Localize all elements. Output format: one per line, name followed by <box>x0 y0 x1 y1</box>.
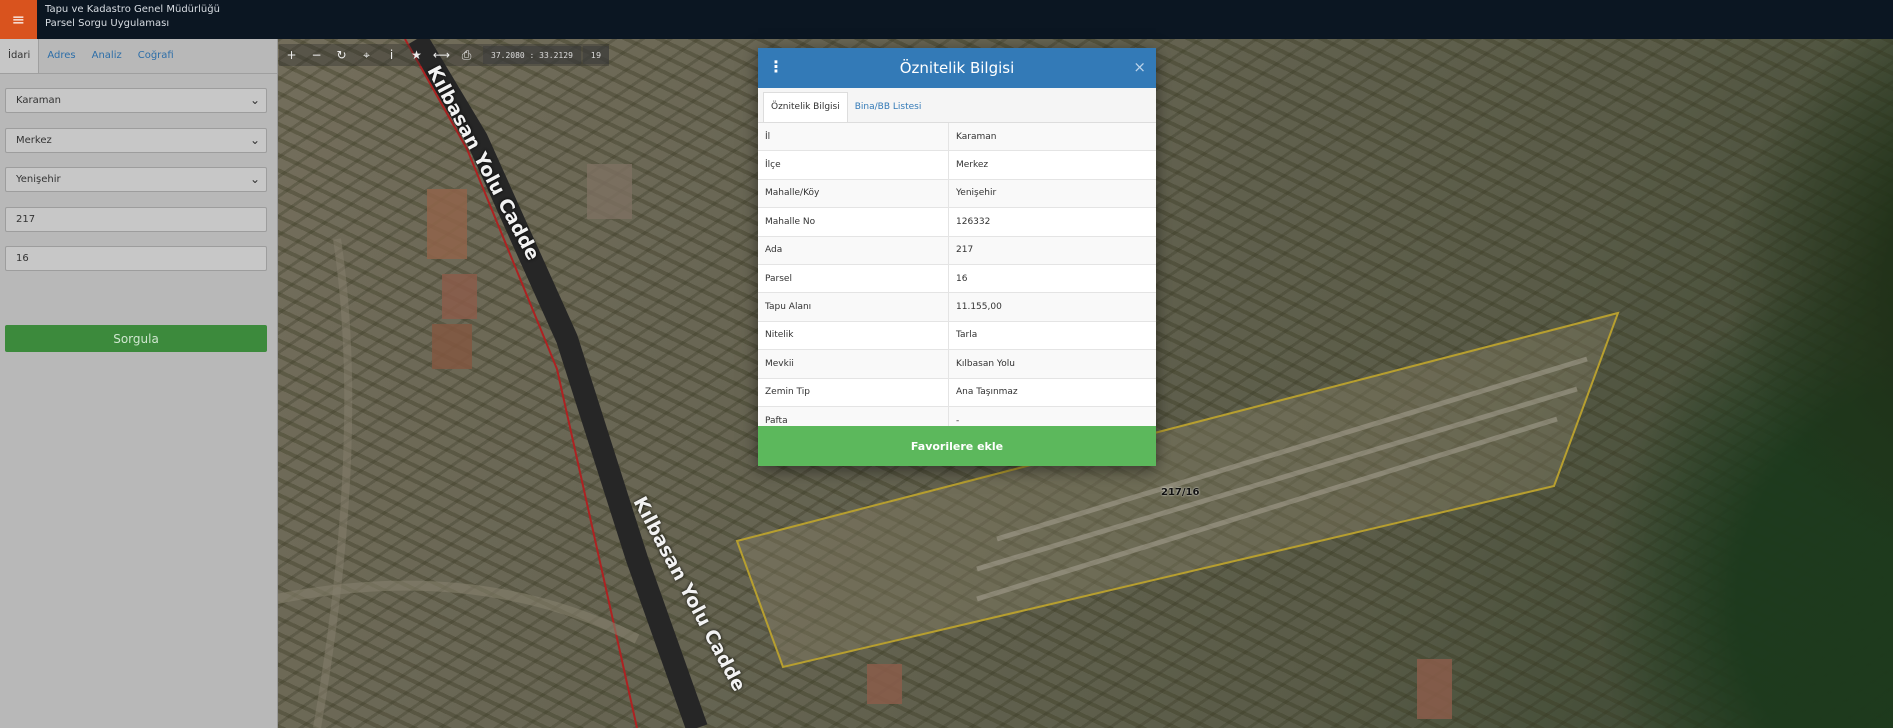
table-row: Tapu Alanı 11.155,00 <box>758 292 1156 322</box>
attribute-table: İl Karaman İlçe Merkez Mahalle/Köy Yenişehi… <box>758 123 1156 436</box>
table-row: Mahalle/Köy Yenişehir <box>758 179 1156 209</box>
table-row: Nitelik Tarla <box>758 321 1156 351</box>
dialog-title: Öznitelik Bilgisi <box>899 59 1015 77</box>
dialog-header: ⋮ Öznitelik Bilgisi × <box>758 48 1156 88</box>
app-header: ≡ Tapu ve Kadastro Genel Müdürlüğü Parse… <box>0 0 1893 39</box>
sorgula-button[interactable]: Sorgula <box>5 325 267 352</box>
print-icon[interactable]: ⎙ <box>454 44 479 66</box>
row-key: Nitelik <box>758 321 949 351</box>
table-row: Mahalle No 126332 <box>758 207 1156 237</box>
il-select-value: Karaman <box>16 95 61 106</box>
row-value: 217 <box>948 236 1156 265</box>
app-title: Tapu ve Kadastro Genel Müdürlüğü Parsel … <box>45 3 220 31</box>
ada-input[interactable]: 217 <box>5 207 267 232</box>
table-row: Zemin Tip Ana Taşınmaz <box>758 378 1156 407</box>
il-select[interactable]: Karaman ⌄ <box>5 88 267 113</box>
row-key: İl <box>758 123 949 152</box>
star-icon[interactable]: ★ <box>404 44 429 66</box>
row-key: Ada <box>758 236 949 265</box>
mahalle-select[interactable]: Yenişehir ⌄ <box>5 167 267 192</box>
row-key: Mahalle No <box>758 207 949 237</box>
row-value: 16 <box>948 264 1156 294</box>
mahalle-select-value: Yenişehir <box>16 174 61 185</box>
row-value: Karaman <box>948 123 1156 152</box>
ada-input-value: 217 <box>16 214 36 225</box>
parsel-input-value: 16 <box>16 253 29 264</box>
row-value: 11.155,00 <box>948 292 1156 322</box>
app-title-line-2: Parsel Sorgu Uygulaması <box>45 18 170 29</box>
zoom-out-icon[interactable]: − <box>304 44 329 66</box>
tab-analiz[interactable]: Analiz <box>84 39 130 73</box>
parsel-input[interactable]: 16 <box>5 246 267 271</box>
chevron-down-icon: ⌄ <box>249 133 260 147</box>
chevron-down-icon: ⌄ <box>249 93 260 107</box>
row-key: İlçe <box>758 150 949 180</box>
table-row: Ada 217 <box>758 236 1156 265</box>
kebab-menu-icon[interactable]: ⋮ <box>768 57 784 76</box>
row-value: 126332 <box>948 207 1156 237</box>
measure-icon[interactable]: ⟷ <box>429 44 454 66</box>
row-key: Mevkii <box>758 349 949 379</box>
ilce-select[interactable]: Merkez ⌄ <box>5 128 267 153</box>
attribute-dialog: ⋮ Öznitelik Bilgisi × Öznitelik Bilgisi … <box>758 48 1156 466</box>
row-value: Yenişehir <box>948 179 1156 209</box>
sidebar-tabs: İdari Adres Analiz Coğrafi <box>0 39 277 74</box>
zoom-level: 19 <box>582 46 610 64</box>
row-key: Tapu Alanı <box>758 292 949 322</box>
map-toolbar: + − ↻ ⌖ i ★ ⟷ ⎙ 37.2080 : 33.2129 19 <box>279 44 610 66</box>
row-value: Kılbasan Yolu <box>948 349 1156 379</box>
row-key: Parsel <box>758 264 949 294</box>
row-value: Ana Taşınmaz <box>948 378 1156 407</box>
info-icon[interactable]: i <box>379 44 404 66</box>
tab-oznitelik[interactable]: Öznitelik Bilgisi <box>763 92 848 122</box>
table-row: İlçe Merkez <box>758 150 1156 180</box>
row-value: Merkez <box>948 150 1156 180</box>
row-value: Tarla <box>948 321 1156 351</box>
hamburger-icon[interactable]: ≡ <box>0 0 37 39</box>
row-key: Zemin Tip <box>758 378 949 407</box>
table-row: İl Karaman <box>758 123 1156 152</box>
ilce-select-value: Merkez <box>16 135 52 146</box>
zoom-in-icon[interactable]: + <box>279 44 304 66</box>
table-row: Mevkii Kılbasan Yolu <box>758 349 1156 379</box>
locate-icon[interactable]: ⌖ <box>354 44 379 66</box>
tab-bina-bb[interactable]: Bina/BB Listesi <box>848 93 929 122</box>
refresh-icon[interactable]: ↻ <box>329 44 354 66</box>
chevron-down-icon: ⌄ <box>249 172 260 186</box>
sidebar: İdari Adres Analiz Coğrafi Karaman ⌄ Mer… <box>0 39 278 728</box>
tab-adres[interactable]: Adres <box>39 39 83 73</box>
tab-cografi[interactable]: Coğrafi <box>130 39 182 73</box>
add-favorite-button[interactable]: Favorilere ekle <box>758 426 1156 466</box>
dialog-tabs: Öznitelik Bilgisi Bina/BB Listesi <box>758 88 1156 123</box>
table-row: Parsel 16 <box>758 264 1156 294</box>
coordinate-readout: 37.2080 : 33.2129 <box>483 46 581 64</box>
app-title-line-1: Tapu ve Kadastro Genel Müdürlüğü <box>45 4 220 15</box>
row-key: Mahalle/Köy <box>758 179 949 209</box>
tab-idari[interactable]: İdari <box>0 39 40 73</box>
parcel-label: 217/16 <box>1161 487 1200 498</box>
close-icon[interactable]: × <box>1133 58 1146 76</box>
